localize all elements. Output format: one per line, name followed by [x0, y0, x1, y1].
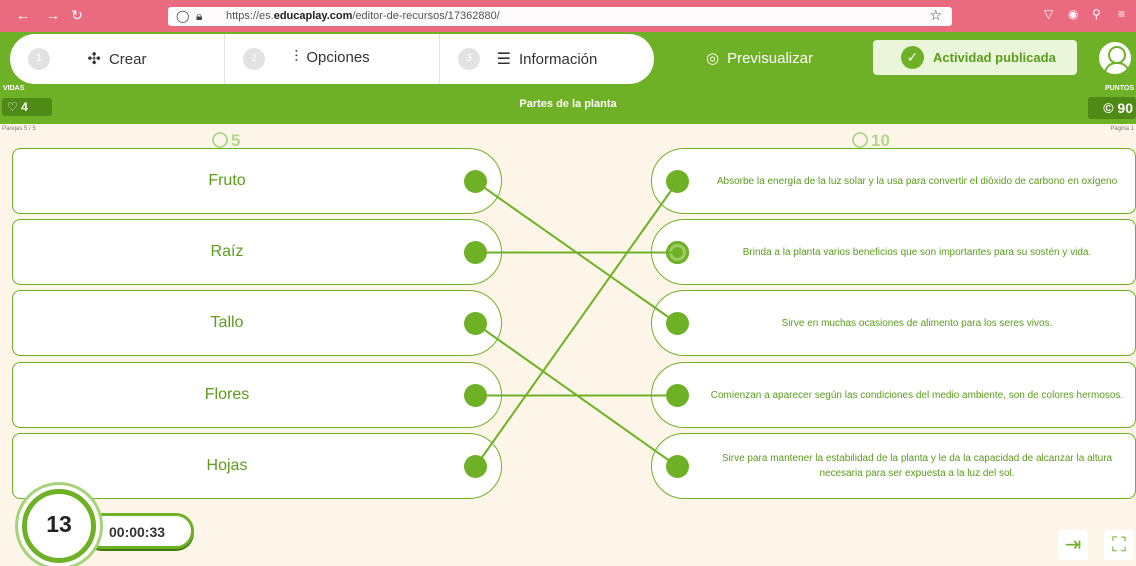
list-icon: ☰	[496, 51, 511, 68]
points-label: PUNTOS	[1104, 85, 1134, 92]
definition-label: Sirve en muchas ocasiones de alimento pa…	[781, 317, 1053, 329]
term-label: Raíz	[210, 243, 244, 260]
account-icon[interactable]: ◉	[1068, 7, 1078, 21]
definition-label: Sirve para mantener la estabilidad de la…	[721, 453, 1113, 479]
bookmark-star-icon[interactable]: ☆	[929, 7, 942, 24]
step-crear[interactable]: 1 ✣ Crear	[10, 34, 225, 84]
published-button[interactable]: ✓ Actividad publicada	[873, 40, 1077, 75]
preview-button[interactable]: ◎ Previsualizar	[706, 49, 813, 67]
timer-counter: 13	[22, 489, 96, 563]
term-card-raiz[interactable]: Raíz	[12, 219, 502, 285]
connection-line	[474, 180, 679, 325]
forward-icon[interactable]: →	[44, 6, 62, 24]
exit-icon[interactable]: ⇥	[1058, 530, 1088, 560]
connection-line	[474, 180, 679, 468]
term-card-fruto[interactable]: Fruto	[12, 148, 502, 214]
connector-dot[interactable]	[464, 312, 487, 335]
pairs-counter: Parejas 5 / 5	[2, 126, 36, 132]
browser-toolbar: ← → ↻ ◯ 🔒︎ https://es.educaplay.com/edit…	[0, 0, 1136, 32]
timer-count: 13	[46, 511, 72, 537]
published-label: Actividad publicada	[933, 50, 1056, 65]
back-icon[interactable]: ←	[14, 6, 32, 24]
page-indicator: Página 1	[1110, 126, 1134, 132]
definition-card[interactable]: Brinda a la planta varios beneficios que…	[651, 219, 1136, 285]
coin-icon	[852, 132, 868, 148]
url-text: https://es.educaplay.com/editor-de-recur…	[226, 10, 500, 22]
term-label: Tallo	[210, 314, 244, 331]
step-label: Crear	[108, 51, 147, 68]
puzzle-icon: ✣	[87, 51, 101, 68]
preview-label: Previsualizar	[727, 50, 813, 67]
coin-icon: ©	[1103, 100, 1114, 116]
editor-steps: 1 ✣ Crear 2 ⫶ Opciones 3 ☰ Información	[10, 34, 654, 84]
definition-card[interactable]: Absorbe la energía de la luz solar y la …	[651, 148, 1136, 214]
definition-label: Brinda a la planta varios beneficios que…	[742, 246, 1092, 258]
game-title: Partes de la planta	[519, 98, 617, 110]
step-opciones[interactable]: 2 ⫶ Opciones	[225, 34, 440, 84]
address-bar[interactable]: ◯ 🔒︎ https://es.educaplay.com/editor-de-…	[168, 7, 952, 26]
points-counter: © 90	[1088, 97, 1136, 119]
pocket-icon[interactable]: ▽	[1044, 7, 1053, 21]
sliders-icon: ⫶	[294, 49, 299, 66]
user-avatar[interactable]	[1097, 40, 1133, 76]
term-label: Fruto	[208, 172, 246, 189]
connector-dot[interactable]	[666, 384, 689, 407]
term-card-hojas[interactable]: Hojas	[12, 433, 502, 499]
points-value: 90	[1117, 100, 1133, 116]
definition-card[interactable]: Sirve en muchas ocasiones de alimento pa…	[651, 290, 1136, 356]
check-icon: ✓	[901, 46, 924, 69]
eye-icon: ◎	[706, 50, 720, 67]
reload-icon[interactable]: ↻	[68, 6, 86, 24]
definition-card[interactable]: Sirve para mantener la estabilidad de la…	[651, 433, 1136, 499]
shield-icon: ◯	[176, 9, 190, 23]
connector-dot[interactable]	[666, 170, 689, 193]
step-label: Opciones	[306, 49, 370, 66]
lives-label: VIDAS	[3, 85, 25, 92]
connection-line	[474, 322, 679, 468]
fullscreen-icon[interactable]: ⛶	[1104, 530, 1134, 560]
term-label: Flores	[204, 386, 250, 403]
definition-label: Absorbe la energía de la luz solar y la …	[716, 175, 1118, 187]
connector-dot[interactable]	[464, 384, 487, 407]
menu-icon[interactable]: ≡	[1118, 7, 1125, 21]
extensions-icon[interactable]: ⚲	[1092, 7, 1101, 21]
connector-dot[interactable]	[666, 312, 689, 335]
coin-icon	[212, 132, 228, 148]
connector-dot[interactable]	[464, 455, 487, 478]
connector-dot[interactable]	[464, 241, 487, 264]
term-card-flores[interactable]: Flores	[12, 362, 502, 428]
connector-dot[interactable]	[666, 241, 689, 264]
connector-dot[interactable]	[666, 455, 689, 478]
lock-icon: 🔒︎	[196, 9, 203, 23]
connector-dot[interactable]	[464, 170, 487, 193]
definition-label: Comienzan a aparecer según las condicion…	[710, 389, 1124, 401]
definition-card[interactable]: Comienzan a aparecer según las condicion…	[651, 362, 1136, 428]
term-card-tallo[interactable]: Tallo	[12, 290, 502, 356]
step-label: Información	[518, 51, 598, 68]
step-informacion[interactable]: 3 ☰ Información	[440, 34, 654, 84]
elapsed-time: 00:00:33	[109, 524, 166, 540]
term-label: Hojas	[206, 457, 248, 474]
timer-pill: 00:00:33	[84, 513, 194, 549]
